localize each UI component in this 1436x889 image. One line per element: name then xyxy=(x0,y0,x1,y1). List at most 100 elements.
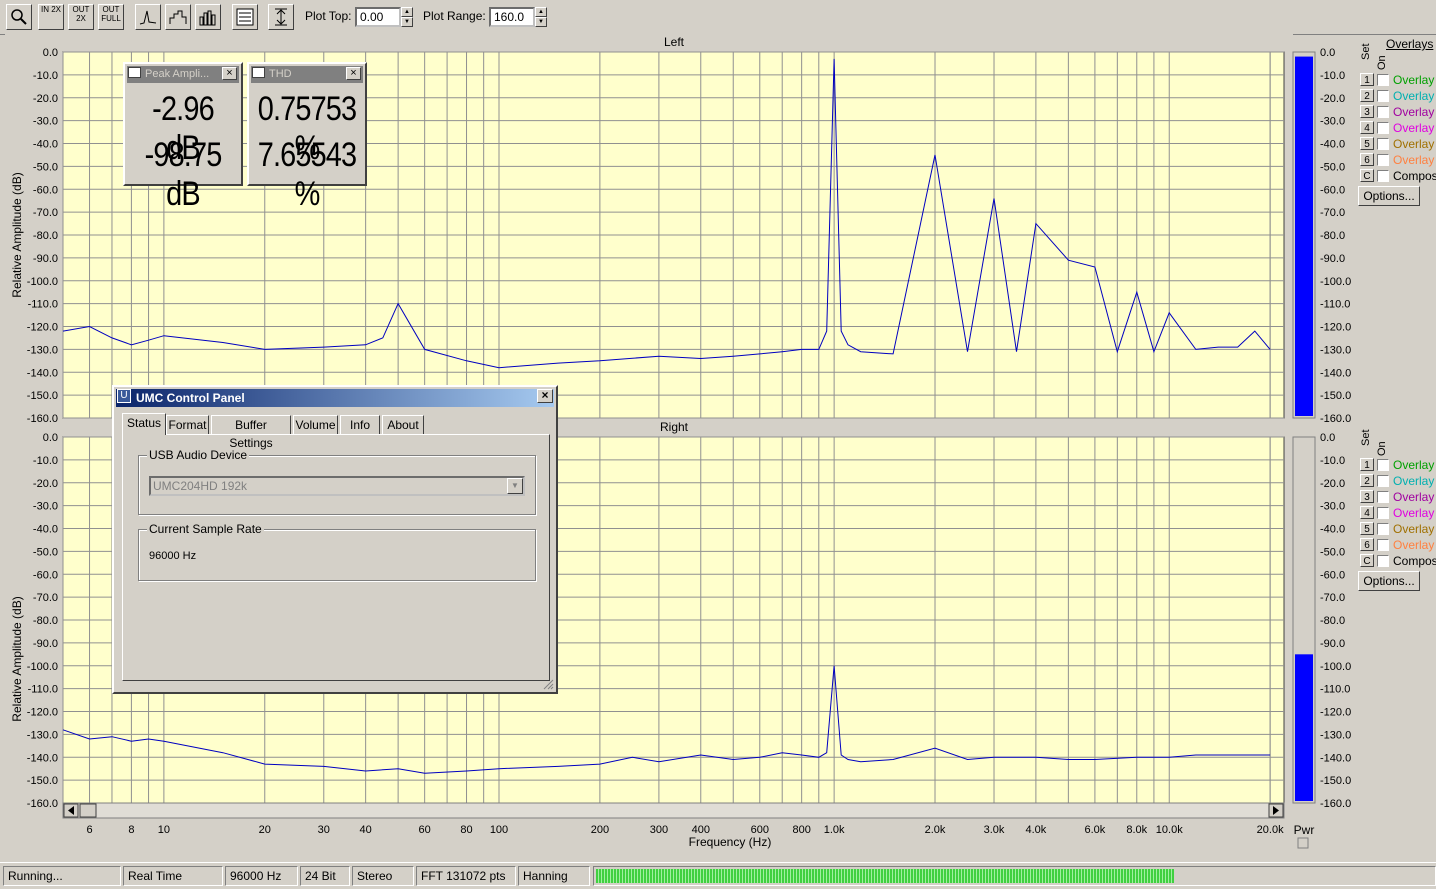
overlay-set-1-button[interactable]: 1 xyxy=(1360,458,1374,471)
umc-titlebar[interactable]: UMC Control Panel xyxy=(116,389,554,407)
meter-scale-label: -120.0 xyxy=(1320,707,1351,719)
meter-scale-label: -120.0 xyxy=(1320,322,1351,334)
overlay-set-3-button[interactable]: 3 xyxy=(1360,490,1374,503)
y-tick-label: -160.0 xyxy=(27,798,58,810)
magnifier-icon xyxy=(11,9,27,25)
options-button-right[interactable]: Options... xyxy=(1358,571,1420,591)
close-icon[interactable]: × xyxy=(222,67,237,80)
tab-buffer-settings[interactable]: Buffer Settings xyxy=(211,415,291,450)
overlay-3-checkbox[interactable] xyxy=(1377,491,1389,503)
overlay-set-1-button[interactable]: 1 xyxy=(1360,73,1374,86)
y-tick-label: -30.0 xyxy=(33,501,58,513)
y-tick-label: -100.0 xyxy=(27,276,58,288)
overlay-set-C-button[interactable]: C xyxy=(1360,554,1374,567)
overlay-set-2-button[interactable]: 2 xyxy=(1360,89,1374,102)
x-axis-label: Frequency (Hz) xyxy=(689,835,772,849)
overlay-set-3-button[interactable]: 3 xyxy=(1360,105,1374,118)
overlay-C-checkbox[interactable] xyxy=(1377,170,1389,182)
tab-info[interactable]: Info xyxy=(340,415,380,435)
zoom-in-2x-button[interactable]: IN 2X xyxy=(38,4,64,30)
zoom-tool-button[interactable] xyxy=(6,4,32,30)
chevron-down-icon[interactable]: ▼ xyxy=(507,478,523,494)
meter-scale-label: -70.0 xyxy=(1320,207,1345,219)
zoom-out-full-button[interactable]: OUT FULL xyxy=(98,4,124,30)
overlay-3-label: Overlay xyxy=(1393,490,1435,504)
overlay-4-checkbox[interactable] xyxy=(1377,122,1389,134)
plot-range-input[interactable]: 160.0 xyxy=(489,7,535,27)
y-tick-label: -150.0 xyxy=(27,390,58,402)
peak-amplitude-title: Peak Ampli... xyxy=(145,68,210,80)
status-bit-depth: 24 Bit xyxy=(300,866,350,886)
overlay-1-checkbox[interactable] xyxy=(1377,459,1389,471)
tab-about[interactable]: About xyxy=(382,415,424,435)
thd-window[interactable]: THD × 0.75753 % 7.65543 % xyxy=(247,62,367,213)
x-tick-label: 6.0k xyxy=(1085,824,1106,836)
overlay-2-checkbox[interactable] xyxy=(1377,90,1389,102)
tab-format[interactable]: Format xyxy=(166,415,209,435)
meter-scale-label: -130.0 xyxy=(1320,729,1351,741)
overlay-3-checkbox[interactable] xyxy=(1377,106,1389,118)
zoom-out-2x-button[interactable]: OUT 2X xyxy=(68,4,94,30)
overlay-5-checkbox[interactable] xyxy=(1377,523,1389,535)
overlay-5-checkbox[interactable] xyxy=(1377,138,1389,150)
overlay-2-checkbox[interactable] xyxy=(1377,475,1389,487)
resize-grip-icon[interactable] xyxy=(542,678,554,690)
meter-scale-label: -110.0 xyxy=(1320,299,1350,311)
x-tick-label: 8 xyxy=(128,824,134,836)
spectrum-step-button[interactable] xyxy=(165,4,191,30)
overlay-set-6-button[interactable]: 6 xyxy=(1360,153,1374,166)
options-button-left[interactable]: Options... xyxy=(1358,186,1420,206)
plot-top-spinner[interactable]: ▲ ▼ xyxy=(401,7,413,27)
overlay-set-C-button[interactable]: C xyxy=(1360,169,1374,182)
settings-panel-button[interactable] xyxy=(232,4,258,30)
meter-scale-label: -140.0 xyxy=(1320,752,1351,764)
usb-device-select[interactable]: UMC204HD 192k ▼ xyxy=(149,476,525,496)
tab-status[interactable]: Status xyxy=(122,413,166,435)
overlay-set-2-button[interactable]: 2 xyxy=(1360,474,1374,487)
overlay-set-5-button[interactable]: 5 xyxy=(1360,522,1374,535)
y-tick-label: -120.0 xyxy=(27,322,58,334)
plot-range-spinner[interactable]: ▲ ▼ xyxy=(535,7,547,27)
overlay-6-checkbox[interactable] xyxy=(1377,154,1389,166)
plot-top-input[interactable]: 0.00 xyxy=(355,7,401,27)
y-tick-label: -40.0 xyxy=(33,139,58,151)
peak-amplitude-window[interactable]: Peak Ampli... × -2.96 dB -98.75 dB xyxy=(123,62,243,213)
overlay-set-4-button[interactable]: 4 xyxy=(1360,506,1374,519)
overlay-6-checkbox[interactable] xyxy=(1377,539,1389,551)
close-icon[interactable]: × xyxy=(537,389,553,403)
overlay-C-label: Compos xyxy=(1393,554,1436,568)
meter-scale-label: -100.0 xyxy=(1320,276,1351,288)
y-tick-label: -90.0 xyxy=(33,253,58,265)
right-power-meter-fill xyxy=(1295,654,1313,801)
spectrum-line-button[interactable] xyxy=(135,4,161,30)
overlay-2-label: Overlay xyxy=(1393,474,1435,488)
x-tick-label: 80 xyxy=(460,824,472,836)
overlay-set-4-button[interactable]: 4 xyxy=(1360,121,1374,134)
scroll-thumb[interactable] xyxy=(79,803,97,818)
overlay-set-6-button[interactable]: 6 xyxy=(1360,538,1374,551)
close-icon[interactable]: × xyxy=(346,67,361,80)
status-tab-page: USB Audio Device UMC204HD 192k ▼ Current… xyxy=(122,434,550,681)
current-sample-rate-label: Current Sample Rate xyxy=(147,522,264,536)
level-bar-fill xyxy=(596,869,1174,883)
tab-volume[interactable]: Volume xyxy=(293,415,338,435)
y-tick-label: 0.0 xyxy=(43,47,58,59)
meter-scale-label: -30.0 xyxy=(1320,116,1345,128)
vertical-scale-button[interactable] xyxy=(268,4,294,30)
overlay-C-checkbox[interactable] xyxy=(1377,555,1389,567)
pwr-options-button[interactable] xyxy=(1297,837,1309,849)
overlay-set-5-button[interactable]: 5 xyxy=(1360,137,1374,150)
peak-value-right: -98.75 dB xyxy=(144,136,223,213)
meter-scale-label: -50.0 xyxy=(1320,546,1345,558)
overlays-title: Overlays xyxy=(1386,37,1434,51)
meter-scale-label: -130.0 xyxy=(1320,344,1351,356)
overlay-1-checkbox[interactable] xyxy=(1377,74,1389,86)
power-meter-scale: 0.0 -10.0 -20.0 -30.0 -40.0 -50.0 -60.0 -70.0 -8… xyxy=(1320,47,1351,810)
meter-scale-label: -40.0 xyxy=(1320,524,1345,536)
overlay-panel-right: Set On 1 Overlay 2 Overlay 3 Overlay 4 Overlay 5… xyxy=(1355,429,1436,591)
usb-audio-device-group: USB Audio Device UMC204HD 192k ▼ xyxy=(138,448,536,515)
status-fft-size: FFT 131072 pts xyxy=(416,866,516,886)
horizontal-scrollbar[interactable] xyxy=(62,802,1285,819)
overlay-4-checkbox[interactable] xyxy=(1377,507,1389,519)
spectrum-bar-button[interactable] xyxy=(195,4,221,30)
